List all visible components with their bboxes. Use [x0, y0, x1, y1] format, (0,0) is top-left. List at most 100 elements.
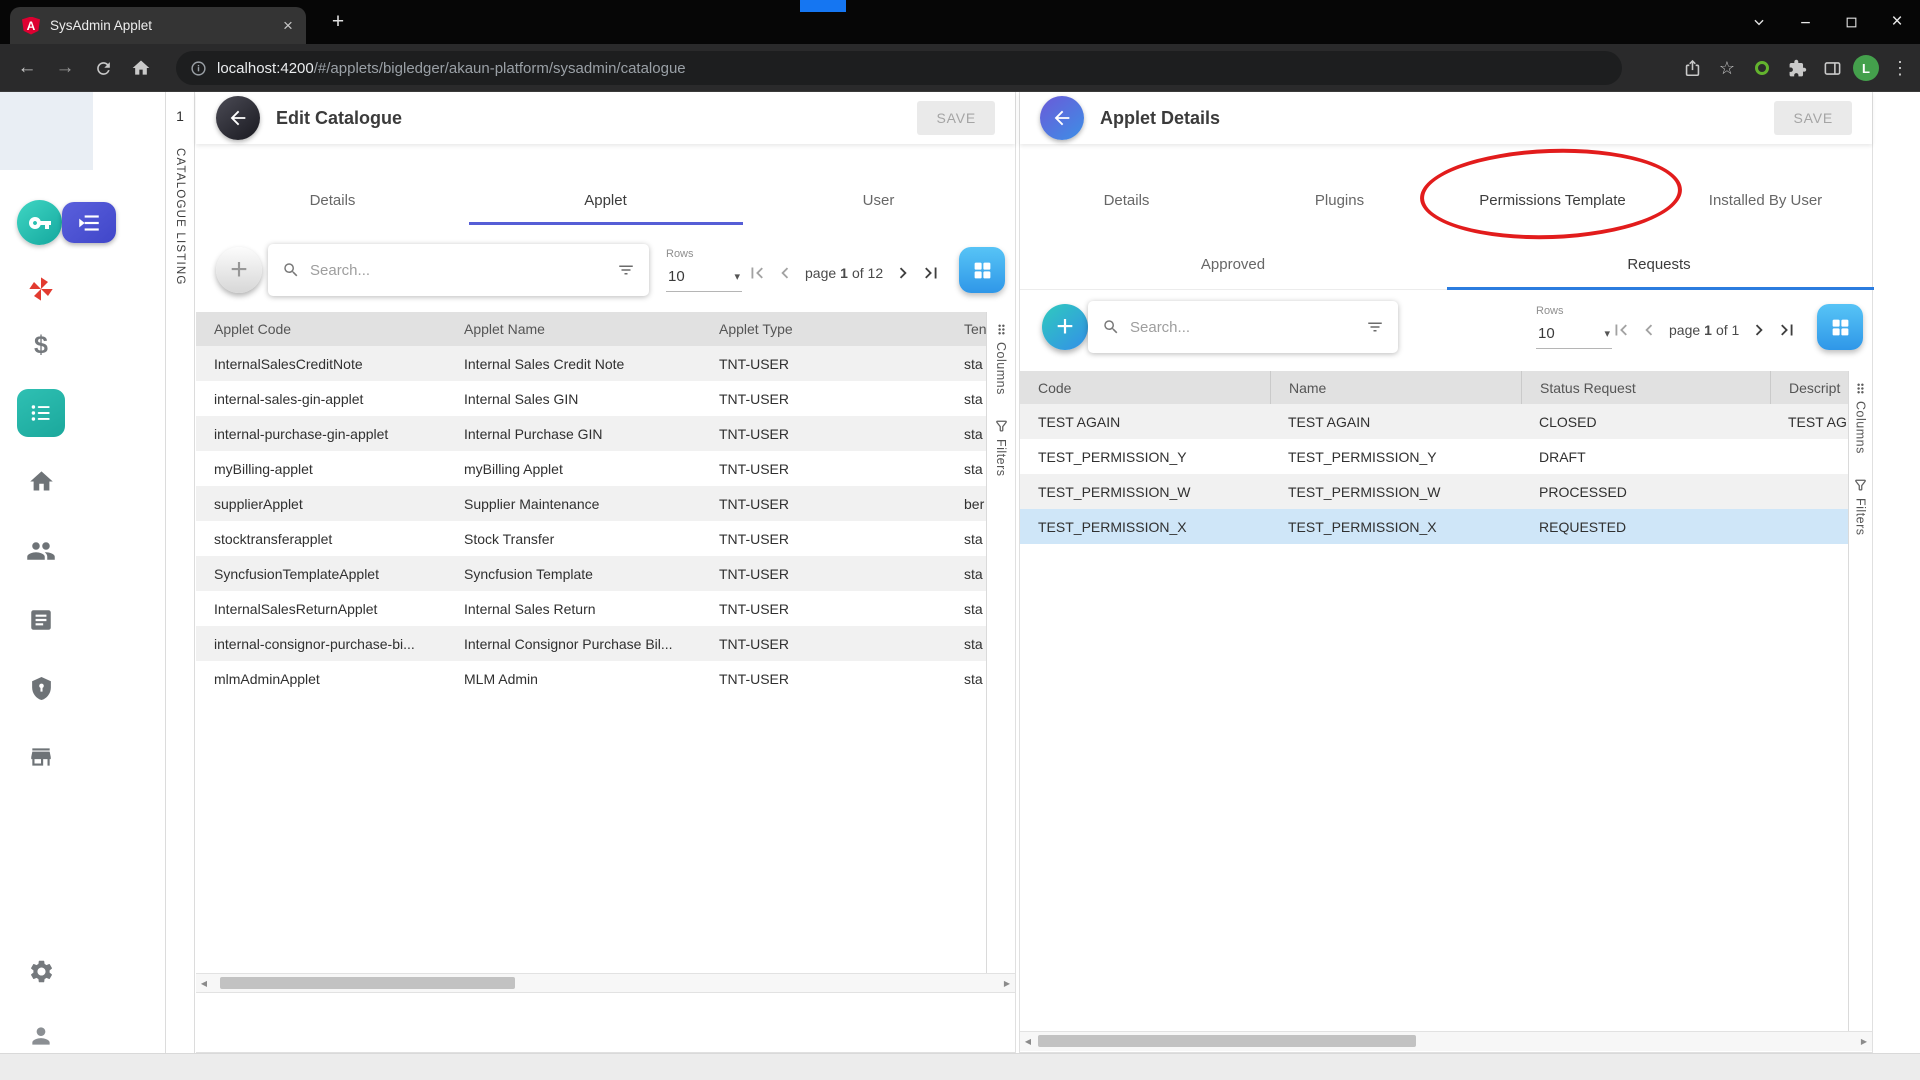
- subtab-requests[interactable]: Requests: [1446, 240, 1872, 289]
- column-header[interactable]: Ten: [946, 312, 986, 346]
- filters-funnel-icon[interactable]: [1853, 478, 1868, 493]
- prev-page-button[interactable]: [1636, 317, 1662, 343]
- profile-avatar[interactable]: L: [1853, 55, 1879, 81]
- filters-label[interactable]: Filters: [1854, 498, 1868, 536]
- table-row[interactable]: InternalSalesReturnAppletInternal Sales …: [196, 591, 986, 626]
- scroll-right-arrow[interactable]: ▶: [1856, 1032, 1872, 1051]
- table-row[interactable]: internal-purchase-gin-appletInternal Pur…: [196, 416, 986, 451]
- tab-applet[interactable]: Applet: [469, 176, 742, 225]
- scroll-left-arrow[interactable]: ◀: [196, 974, 212, 992]
- tab-search-chevron-icon[interactable]: [1736, 0, 1782, 44]
- table-row[interactable]: internal-consignor-purchase-bi...Interna…: [196, 626, 986, 661]
- home-icon[interactable]: [26, 466, 56, 496]
- scrollbar-thumb[interactable]: [1038, 1035, 1416, 1047]
- back-button[interactable]: ←: [10, 51, 44, 85]
- window-maximize-button[interactable]: [1828, 0, 1874, 44]
- new-tab-button[interactable]: +: [326, 10, 350, 34]
- tab-plugins[interactable]: Plugins: [1233, 176, 1446, 225]
- refresh-button[interactable]: [86, 51, 120, 85]
- filter-icon[interactable]: [1366, 318, 1384, 336]
- filters-label[interactable]: Filters: [994, 439, 1008, 477]
- browser-tab[interactable]: A SysAdmin Applet ×: [10, 7, 306, 44]
- kebab-menu-icon[interactable]: ⋮: [1886, 54, 1914, 82]
- scroll-right-arrow[interactable]: ▶: [999, 974, 1015, 992]
- extension-green-icon[interactable]: [1748, 54, 1776, 82]
- tab-installed-by-user[interactable]: Installed By User: [1659, 176, 1872, 225]
- users-icon[interactable]: [26, 536, 56, 566]
- back-button[interactable]: [1040, 96, 1084, 140]
- column-header[interactable]: Name: [1270, 371, 1521, 405]
- rows-select[interactable]: 10▾: [666, 263, 742, 292]
- catalogue-list-icon[interactable]: [17, 389, 65, 437]
- columns-drag-icon[interactable]: [1853, 381, 1868, 396]
- site-info-icon[interactable]: [190, 60, 207, 77]
- column-header[interactable]: Applet Type: [701, 312, 946, 346]
- store-icon[interactable]: [26, 742, 56, 772]
- security-shield-icon[interactable]: [26, 673, 56, 703]
- columns-drag-icon[interactable]: [994, 322, 1009, 337]
- back-button[interactable]: [216, 96, 260, 140]
- next-page-button[interactable]: [890, 260, 916, 286]
- table-row[interactable]: TEST_PERMISSION_WTEST_PERMISSION_WPROCES…: [1020, 474, 1848, 509]
- home-button[interactable]: [124, 51, 158, 85]
- save-button[interactable]: SAVE: [1774, 101, 1852, 135]
- tab-permissions-template[interactable]: Permissions Template: [1446, 176, 1659, 225]
- subtab-approved[interactable]: Approved: [1020, 240, 1446, 289]
- window-close-button[interactable]: ×: [1874, 0, 1920, 44]
- profile-person-icon[interactable]: [26, 1021, 56, 1051]
- columns-label[interactable]: Columns: [1854, 401, 1868, 454]
- filter-icon[interactable]: [617, 261, 635, 279]
- table-row[interactable]: InternalSalesCreditNoteInternal Sales Cr…: [196, 346, 986, 381]
- table-row[interactable]: SyncfusionTemplateAppletSyncfusion Templ…: [196, 556, 986, 591]
- table-row[interactable]: TEST AGAINTEST AGAINCLOSEDTEST AG: [1020, 404, 1848, 439]
- last-page-button[interactable]: [1774, 317, 1800, 343]
- column-header[interactable]: Status Request: [1521, 371, 1770, 405]
- last-page-button[interactable]: [918, 260, 944, 286]
- scroll-left-arrow[interactable]: ◀: [1020, 1032, 1036, 1051]
- horizontal-scrollbar[interactable]: ◀ ▶: [1020, 1031, 1872, 1051]
- billing-dollar-icon[interactable]: $: [26, 330, 56, 360]
- share-icon[interactable]: [1678, 54, 1706, 82]
- first-page-button[interactable]: [1608, 317, 1634, 343]
- address-bar[interactable]: localhost:4200/#/applets/bigledger/akaun…: [176, 51, 1622, 85]
- tab-details[interactable]: Details: [196, 176, 469, 225]
- tab-user[interactable]: User: [742, 176, 1015, 225]
- forward-button[interactable]: →: [48, 51, 82, 85]
- side-panel-icon[interactable]: [1818, 54, 1846, 82]
- horizontal-scrollbar[interactable]: ◀ ▶: [196, 973, 1015, 993]
- table-row[interactable]: TEST_PERMISSION_YTEST_PERMISSION_YDRAFT: [1020, 439, 1848, 474]
- tab-details[interactable]: Details: [1020, 176, 1233, 225]
- column-header[interactable]: Descript: [1770, 371, 1848, 405]
- column-header[interactable]: Applet Name: [446, 312, 701, 346]
- save-button[interactable]: SAVE: [917, 101, 995, 135]
- column-header[interactable]: Code: [1020, 371, 1270, 405]
- expand-menu-icon[interactable]: [62, 202, 116, 243]
- report-pinwheel-icon[interactable]: [26, 274, 56, 304]
- close-tab-icon[interactable]: ×: [278, 16, 298, 36]
- scrollbar-thumb[interactable]: [220, 977, 515, 989]
- window-minimize-button[interactable]: [1782, 0, 1828, 44]
- first-page-button[interactable]: [744, 260, 770, 286]
- columns-label[interactable]: Columns: [994, 342, 1008, 395]
- documents-icon[interactable]: [26, 605, 56, 635]
- table-row[interactable]: supplierAppletSupplier MaintenanceTNT-US…: [196, 486, 986, 521]
- grid-view-button[interactable]: [1817, 304, 1863, 350]
- grid-view-button[interactable]: [959, 247, 1005, 293]
- table-row[interactable]: stocktransferappletStock TransferTNT-USE…: [196, 521, 986, 556]
- prev-page-button[interactable]: [772, 260, 798, 286]
- table-row[interactable]: TEST_PERMISSION_XTEST_PERMISSION_XREQUES…: [1020, 509, 1848, 544]
- add-button[interactable]: +: [216, 247, 262, 293]
- search-input[interactable]: [310, 262, 617, 279]
- table-row[interactable]: mlmAdminAppletMLM AdminTNT-USERsta: [196, 661, 986, 696]
- table-row[interactable]: internal-sales-gin-appletInternal Sales …: [196, 381, 986, 416]
- extensions-puzzle-icon[interactable]: [1783, 54, 1811, 82]
- rows-select[interactable]: 10▾: [1536, 320, 1612, 349]
- column-header[interactable]: Applet Code: [196, 312, 446, 346]
- next-page-button[interactable]: [1746, 317, 1772, 343]
- add-button[interactable]: +: [1042, 304, 1088, 350]
- filters-funnel-icon[interactable]: [994, 419, 1009, 434]
- search-input[interactable]: [1130, 319, 1366, 336]
- key-icon[interactable]: [17, 200, 62, 245]
- settings-gear-icon[interactable]: [26, 956, 56, 986]
- bookmark-star-icon[interactable]: ☆: [1713, 54, 1741, 82]
